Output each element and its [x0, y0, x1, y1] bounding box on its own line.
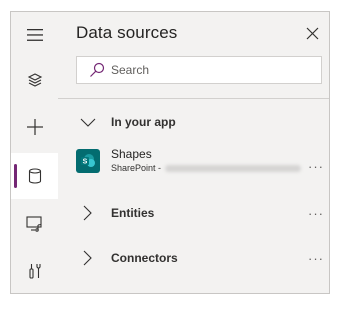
chevron-right-icon — [83, 250, 92, 266]
close-icon — [306, 27, 318, 39]
menu-button[interactable] — [11, 12, 58, 58]
tools-icon — [28, 264, 41, 279]
search-icon — [89, 62, 105, 78]
data-sources-panel: Data sources In your app — [58, 12, 329, 293]
more-options-button[interactable]: ··· — [308, 207, 324, 220]
chevron-right-icon — [83, 205, 92, 221]
hamburger-menu-icon — [26, 29, 43, 41]
data-source-row[interactable]: S Shapes SharePoint - ··· — [58, 145, 329, 181]
search-input[interactable] — [111, 63, 301, 77]
sharepoint-icon: S — [76, 149, 100, 173]
section-label: Entities — [111, 206, 155, 220]
divider — [58, 98, 329, 99]
add-icon — [26, 119, 43, 135]
advanced-tools-button[interactable] — [11, 248, 58, 293]
close-button[interactable] — [304, 25, 320, 41]
more-options-button[interactable]: ··· — [308, 160, 324, 173]
media-icon — [25, 216, 42, 232]
data-source-name: Shapes — [111, 147, 152, 161]
layers-icon — [27, 73, 42, 87]
section-label: In your app — [111, 115, 176, 129]
search-box[interactable] — [76, 56, 322, 84]
section-in-your-app[interactable]: In your app — [58, 108, 329, 136]
left-rail — [11, 12, 58, 293]
tree-view-button[interactable] — [11, 57, 58, 103]
section-label: Connectors — [111, 251, 178, 265]
section-connectors[interactable]: Connectors ··· — [58, 244, 329, 272]
media-button[interactable] — [11, 201, 58, 247]
active-indicator — [14, 164, 17, 188]
data-button[interactable] — [11, 153, 58, 199]
sharepoint-letter: S — [83, 159, 88, 166]
database-icon — [28, 168, 41, 184]
panel-title: Data sources — [76, 23, 178, 42]
section-entities[interactable]: Entities ··· — [58, 199, 329, 227]
redacted-account — [165, 165, 302, 173]
data-source-type: SharePoint - — [111, 163, 162, 173]
insert-button[interactable] — [11, 104, 58, 150]
chevron-down-icon — [80, 118, 96, 127]
data-sources-window: Data sources In your app — [10, 11, 330, 294]
data-source-subtitle: SharePoint - — [111, 163, 302, 173]
more-options-button[interactable]: ··· — [308, 252, 324, 265]
